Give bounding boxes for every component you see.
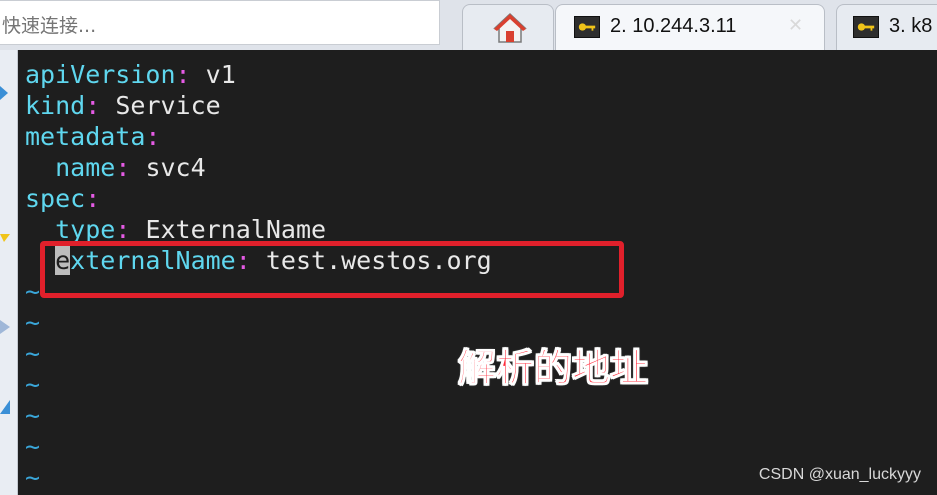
triangle-icon bbox=[0, 320, 10, 334]
yaml-line: spec: bbox=[25, 184, 101, 213]
tab-label: 3. k8 bbox=[889, 15, 933, 37]
session-sidebar-strip[interactable] bbox=[0, 50, 18, 495]
tab-label: 2. 10.244.3.11 bbox=[610, 15, 737, 37]
top-bar: 2. 10.244.3.11 ✕ 3. k8 bbox=[0, 0, 937, 50]
yaml-line: name: svc4 bbox=[55, 153, 206, 182]
empty-line-marker: ~ bbox=[25, 308, 41, 337]
watermark: CSDN @xuan_luckyyy bbox=[758, 466, 921, 483]
highlight-box bbox=[40, 241, 624, 298]
triangle-icon bbox=[0, 400, 10, 414]
quick-connect-input[interactable] bbox=[0, 0, 440, 45]
empty-line-marker: ~ bbox=[25, 463, 41, 492]
close-icon[interactable]: ✕ bbox=[788, 15, 803, 36]
tab-session-3[interactable]: 3. k8 bbox=[836, 4, 937, 50]
empty-line-marker: ~ bbox=[25, 370, 41, 399]
tab-session-2[interactable]: 2. 10.244.3.11 ✕ bbox=[555, 4, 825, 50]
home-icon bbox=[493, 12, 527, 43]
key-icon bbox=[574, 16, 600, 38]
annotation-label: 解析的地址 bbox=[457, 346, 649, 391]
yaml-line: kind: Service bbox=[25, 91, 221, 120]
chevron-right-icon bbox=[0, 86, 8, 100]
empty-line-marker: ~ bbox=[25, 339, 41, 368]
yaml-line: metadata: bbox=[25, 122, 161, 151]
tab-home[interactable] bbox=[462, 4, 554, 50]
star-icon bbox=[0, 234, 10, 242]
empty-line-marker: ~ bbox=[25, 277, 41, 306]
yaml-line: apiVersion: v1 bbox=[25, 60, 236, 89]
empty-line-marker: ~ bbox=[25, 432, 41, 461]
empty-line-marker: ~ bbox=[25, 401, 41, 430]
key-icon bbox=[853, 16, 879, 38]
